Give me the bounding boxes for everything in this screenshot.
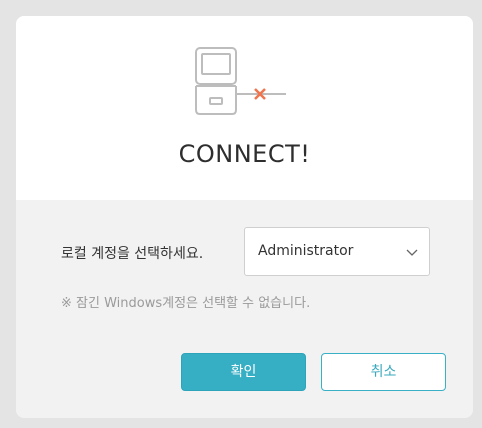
account-select-value: Administrator (258, 243, 354, 259)
dialog-header-area: CONNECT! (16, 16, 473, 200)
cancel-button[interactable]: 취소 (321, 353, 446, 391)
chevron-down-icon (405, 245, 419, 259)
computer-disconnected-icon (192, 46, 288, 116)
dialog-title: CONNECT! (178, 140, 311, 168)
ok-button[interactable]: 확인 (181, 353, 306, 391)
locked-account-notice: ※ 잠긴 Windows계정은 선택할 수 없습니다. (61, 296, 311, 311)
connect-dialog: CONNECT! 로컬 계정을 선택하세요. Administrator ※ 잠… (16, 16, 473, 418)
account-select[interactable]: Administrator (244, 227, 430, 276)
account-select-label: 로컬 계정을 선택하세요. (61, 246, 204, 262)
